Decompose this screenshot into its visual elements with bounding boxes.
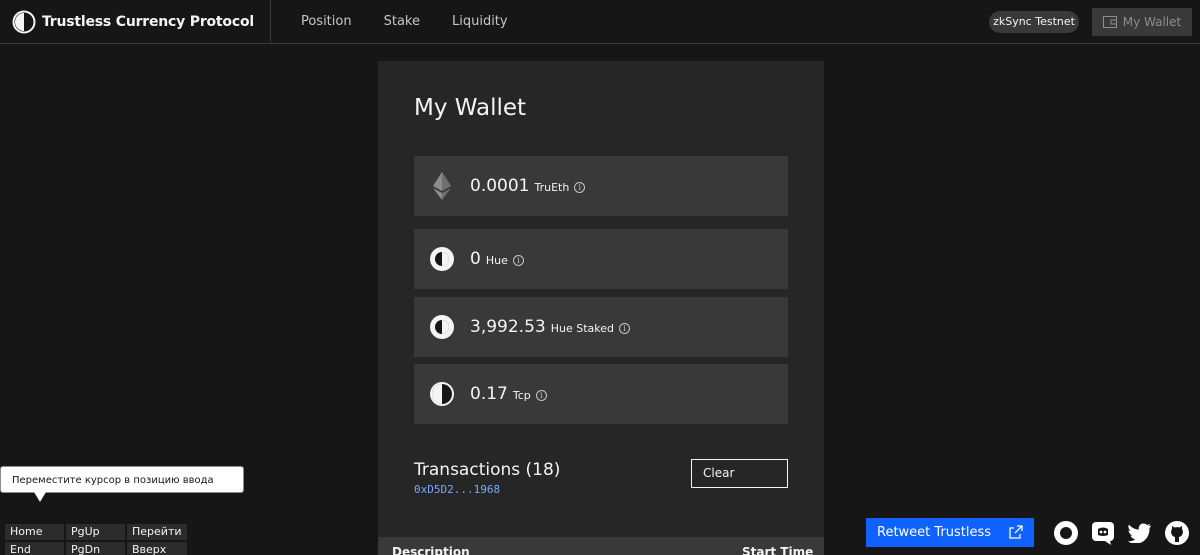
key-up[interactable]: Вверх [126, 541, 188, 555]
key-end[interactable]: End [4, 541, 65, 555]
discord-icon[interactable] [1089, 519, 1117, 547]
wallet-address[interactable]: 0xD5D2...1968 [414, 483, 500, 496]
asset-amount: 0.17 [470, 384, 508, 404]
hue-icon [428, 245, 456, 273]
github-icon[interactable] [1163, 519, 1191, 547]
info-icon[interactable]: i [618, 323, 630, 334]
clear-button[interactable]: Clear [691, 459, 788, 488]
asset-hue: 0 Hue i [414, 229, 788, 289]
circle-icon[interactable] [1052, 519, 1080, 547]
my-wallet-button[interactable]: My Wallet [1092, 8, 1192, 36]
asset-trueth: 0.0001 TruEth i [414, 156, 788, 216]
transactions-table-header: Description Start Time [378, 537, 824, 555]
nav-stake[interactable]: Stake [368, 0, 436, 44]
transactions-title: Transactions (18) [414, 460, 561, 480]
asset-amount: 3,992.53 [470, 317, 546, 337]
retweet-button[interactable]: Retweet Trustless [866, 518, 1034, 547]
my-wallet-label: My Wallet [1122, 15, 1182, 29]
brand[interactable]: Trustless Currency Protocol [0, 0, 271, 44]
info-icon[interactable]: i [535, 390, 547, 401]
wallet-icon [1102, 16, 1117, 28]
tcp-logo-icon [12, 10, 36, 33]
info-icon[interactable]: i [574, 182, 586, 193]
ethereum-icon [428, 172, 456, 200]
asset-unit: Hue Staked [550, 322, 614, 335]
nav-liquidity[interactable]: Liquidity [436, 0, 524, 44]
asset-unit: Hue [485, 254, 508, 267]
tcp-icon [428, 380, 456, 408]
info-icon[interactable]: i [512, 255, 524, 266]
main-nav: Position Stake Liquidity [285, 0, 524, 44]
wallet-title: My Wallet [414, 95, 527, 121]
asset-unit: Tcp [512, 389, 531, 402]
tooltip-tail [34, 492, 46, 502]
brand-name: Trustless Currency Protocol [42, 13, 254, 30]
asset-amount: 0.0001 [470, 176, 530, 196]
column-start-time[interactable]: Start Time [742, 545, 813, 555]
key-home[interactable]: Home [4, 523, 65, 541]
column-description[interactable]: Description [392, 545, 470, 555]
network-badge[interactable]: zkSync Testnet [989, 11, 1079, 33]
key-pgdn[interactable]: PgDn [65, 541, 126, 555]
asset-unit: TruEth [534, 181, 570, 194]
external-link-icon [1009, 525, 1023, 539]
hue-staked-icon [428, 313, 456, 341]
retweet-label: Retweet Trustless [877, 525, 992, 540]
twitter-icon[interactable] [1126, 519, 1154, 547]
top-header: Trustless Currency Protocol Position Sta… [0, 0, 1200, 44]
asset-hue-staked: 3,992.53 Hue Staked i [414, 297, 788, 357]
key-pgup[interactable]: PgUp [65, 523, 126, 541]
asset-tcp: 0.17 Tcp i [414, 364, 788, 424]
wallet-panel: My Wallet 0.0001 TruEth i 0 Hue i 3,992.… [378, 61, 824, 555]
cursor-tooltip: Переместите курсор в позицию ввода текст… [0, 466, 244, 513]
key-goto[interactable]: Перейти [126, 523, 188, 541]
nav-position[interactable]: Position [285, 0, 368, 44]
asset-amount: 0 [470, 249, 481, 269]
onscreen-keypad: Home PgUp Перейти End PgDn Вверх [4, 523, 188, 555]
